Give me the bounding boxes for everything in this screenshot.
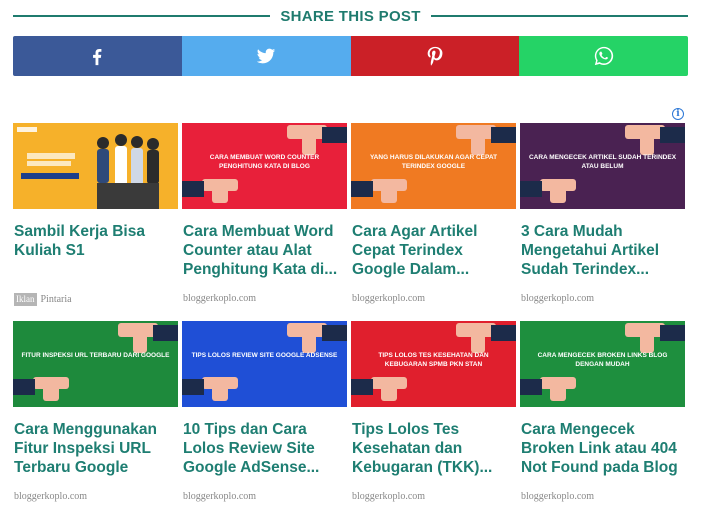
share-bar [13,36,688,76]
thumb-caption: YANG HARUS DILAKUKAN AGAR CEPAT TERINDEX… [369,154,498,170]
facebook-share-button[interactable] [13,36,182,76]
whatsapp-icon [594,46,613,66]
share-header: SHARE THIS POST [13,6,689,26]
pointing-hand-icon [182,323,347,401]
thumb-caption: TIPS LOLOS TES KESEHATAN DAN KEBUGARAN S… [378,352,489,368]
pinterest-icon [427,46,443,66]
card-title[interactable]: Cara Membuat Word Counter atau Alat Peng… [183,222,351,279]
divider-right [430,15,689,17]
card-source: bloggerkoplo.com [183,491,257,502]
whatsapp-share-button[interactable] [519,36,688,76]
twitter-share-button[interactable] [181,36,351,76]
card-thumbnail[interactable]: CARA MEMBUAT WORD COUNTER PENGHITUNG KAT… [182,123,347,209]
card-title[interactable]: 10 Tips dan Cara Lolos Review Site Googl… [183,420,351,477]
pointing-hand-icon [13,323,178,401]
card-thumbnail[interactable]: YANG HARUS DILAKUKAN AGAR CEPAT TERINDEX… [351,123,516,209]
card-title[interactable]: Tips Lolos Tes Kesehatan dan Kebugaran (… [352,420,520,477]
divider-left [13,15,271,17]
twitter-icon [256,48,276,64]
card-source: bloggerkoplo.com [521,491,595,502]
thumb-caption: CARA MENGECEK BROKEN LINKS BLOG DENGAN M… [537,352,668,368]
card-source: Iklan Pintaria [14,293,72,306]
card-thumbnail[interactable]: TIPS LOLOS REVIEW SITE GOOGLE ADSENSE [182,321,347,407]
card-thumbnail[interactable]: TIPS LOLOS TES KESEHATAN DAN KEBUGARAN S… [351,321,516,407]
card-thumbnail[interactable] [13,123,178,209]
card-source: bloggerkoplo.com [183,293,257,304]
ad-badge: Iklan [14,293,37,306]
card-source: bloggerkoplo.com [352,491,426,502]
card-source: bloggerkoplo.com [521,293,595,304]
source-label: Pintaria [40,294,72,305]
card-title[interactable]: 3 Cara Mudah Mengetahui Artikel Sudah Te… [521,222,689,279]
pinterest-share-button[interactable] [350,36,520,76]
card-title[interactable]: Sambil Kerja Bisa Kuliah S1 [14,222,182,260]
facebook-icon [93,48,102,66]
card-source: bloggerkoplo.com [352,293,426,304]
thumb-caption: CARA MEMBUAT WORD COUNTER PENGHITUNG KAT… [209,154,320,170]
thumb-caption: FITUR INSPEKSI URL TERBARU DARI GOOGLE [21,352,170,359]
thumb-caption: TIPS LOLOS REVIEW SITE GOOGLE ADSENSE [191,352,338,359]
card-thumbnail[interactable]: FITUR INSPEKSI URL TERBARU DARI GOOGLE [13,321,178,407]
share-title: SHARE THIS POST [280,7,421,25]
card-source: bloggerkoplo.com [14,491,88,502]
card-thumbnail[interactable]: CARA MENGECEK ARTIKEL SUDAH TERINDEX ATA… [520,123,685,209]
card-title[interactable]: Cara Menggunakan Fitur Inspeksi URL Terb… [14,420,182,477]
card-title[interactable]: Cara Mengecek Broken Link atau 404 Not F… [521,420,689,477]
card-title[interactable]: Cara Agar Artikel Cepat Terindex Google … [352,222,520,279]
thumb-caption: CARA MENGECEK ARTIKEL SUDAH TERINDEX ATA… [528,154,677,170]
card-thumbnail[interactable]: CARA MENGECEK BROKEN LINKS BLOG DENGAN M… [520,321,685,407]
info-icon[interactable]: i [672,108,684,120]
